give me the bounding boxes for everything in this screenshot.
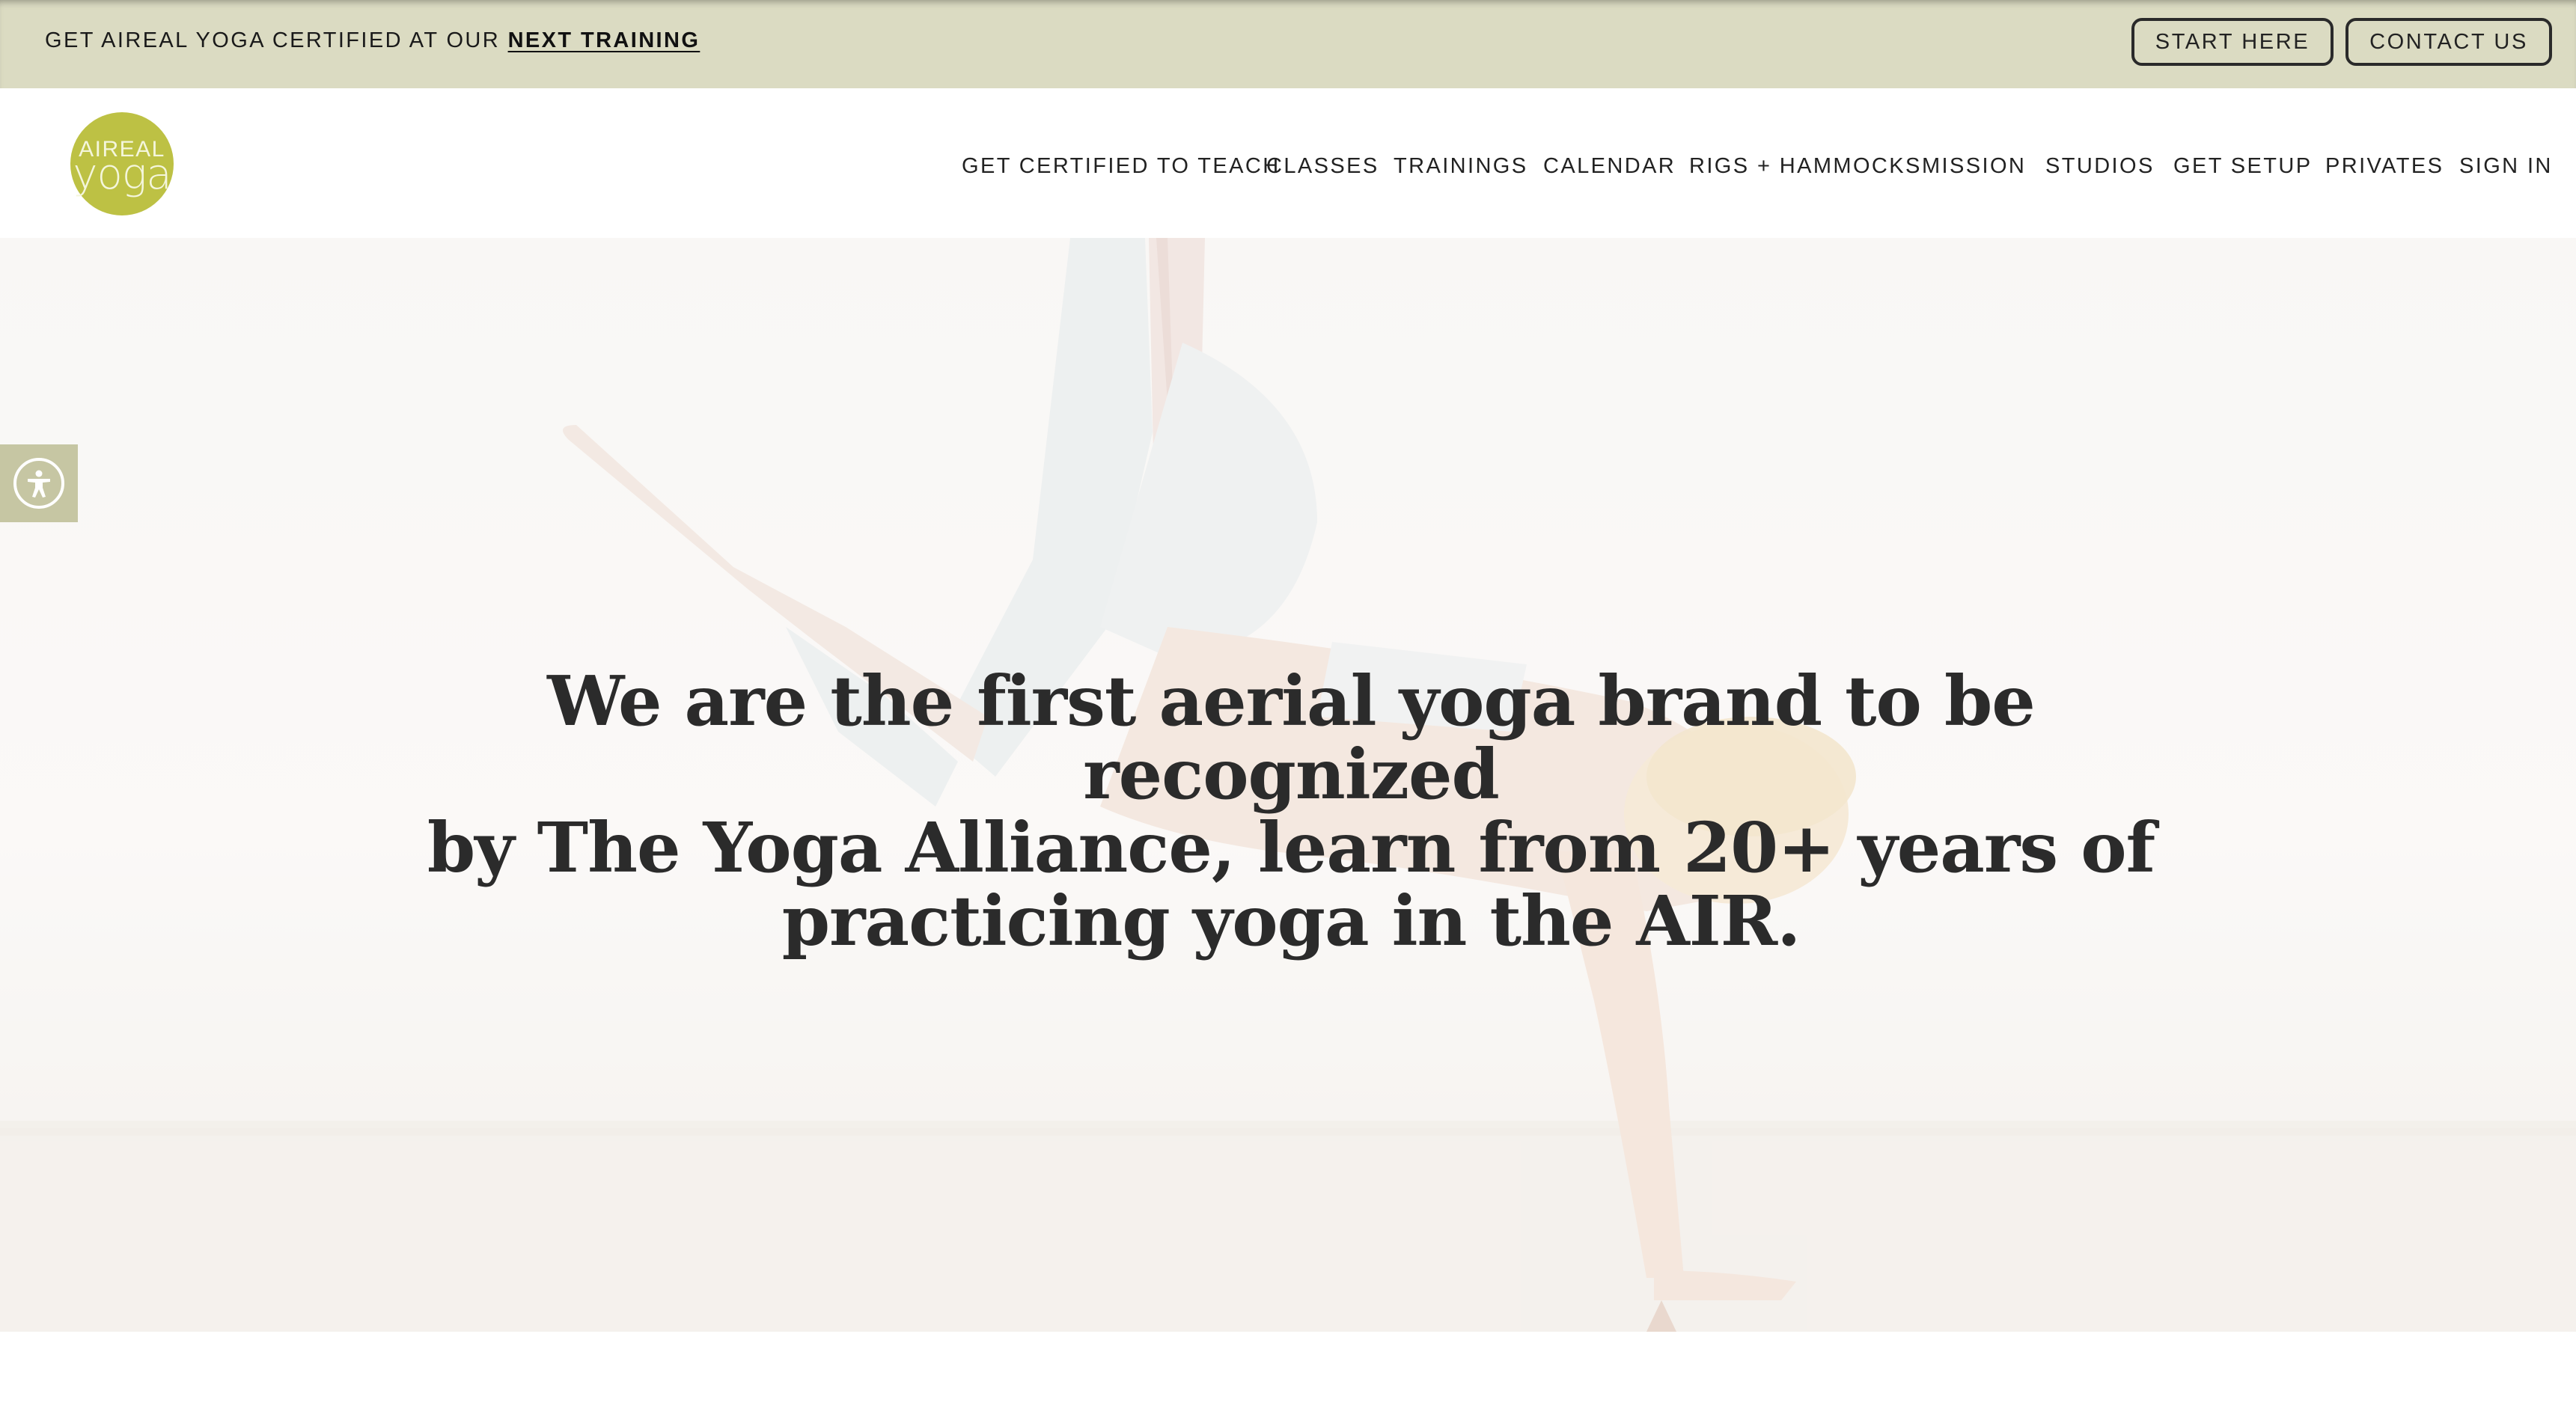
announcement-text: GET AIREAL YOGA CERTIFIED AT OUR NEXT TR… (45, 28, 700, 53)
hero-line-3: practicing yoga in the AIR. (781, 881, 1801, 961)
accessibility-figure-icon (28, 470, 50, 498)
start-here-button[interactable]: START HERE (2131, 18, 2334, 66)
hero-section: We are the first aerial yoga brand to be… (0, 238, 2576, 1332)
accessibility-toggle[interactable] (0, 444, 78, 522)
hero-headline: We are the first aerial yoga brand to be… (389, 664, 2193, 958)
next-training-link[interactable]: NEXT TRAINING (508, 28, 701, 52)
nav-rigs-hammocks[interactable]: RIGS + HAMMOCKS (1689, 151, 1922, 181)
nav-trainings[interactable]: TRAININGS (1394, 151, 1528, 181)
hero-line-1: We are the first aerial yoga brand to be… (547, 661, 2036, 815)
nav-privates[interactable]: PRIVATES (2325, 151, 2444, 181)
site-header: AIREAL yoga GET CERTIFIED TO TEACH CLASS… (0, 88, 2576, 238)
nav-get-certified[interactable]: GET CERTIFIED TO TEACH (962, 151, 1281, 181)
nav-get-setup[interactable]: GET SETUP (2173, 151, 2312, 181)
nav-sign-in[interactable]: SIGN IN (2459, 151, 2553, 181)
nav-calendar[interactable]: CALENDAR (1543, 151, 1676, 181)
announcement-bar: GET AIREAL YOGA CERTIFIED AT OUR NEXT TR… (0, 0, 2576, 88)
hero-line-2: by The Yoga Alliance, learn from 20+ yea… (427, 807, 2155, 888)
nav-mission[interactable]: MISSION (1922, 151, 2026, 181)
nav-studios[interactable]: STUDIOS (2045, 151, 2155, 181)
accessibility-icon (13, 458, 64, 509)
announcement-message: GET AIREAL YOGA CERTIFIED AT OUR (45, 28, 501, 52)
main-nav: GET CERTIFIED TO TEACH CLASSES TRAININGS… (0, 151, 2576, 181)
nav-classes[interactable]: CLASSES (1266, 151, 1379, 181)
contact-us-button[interactable]: CONTACT US (2345, 18, 2552, 66)
